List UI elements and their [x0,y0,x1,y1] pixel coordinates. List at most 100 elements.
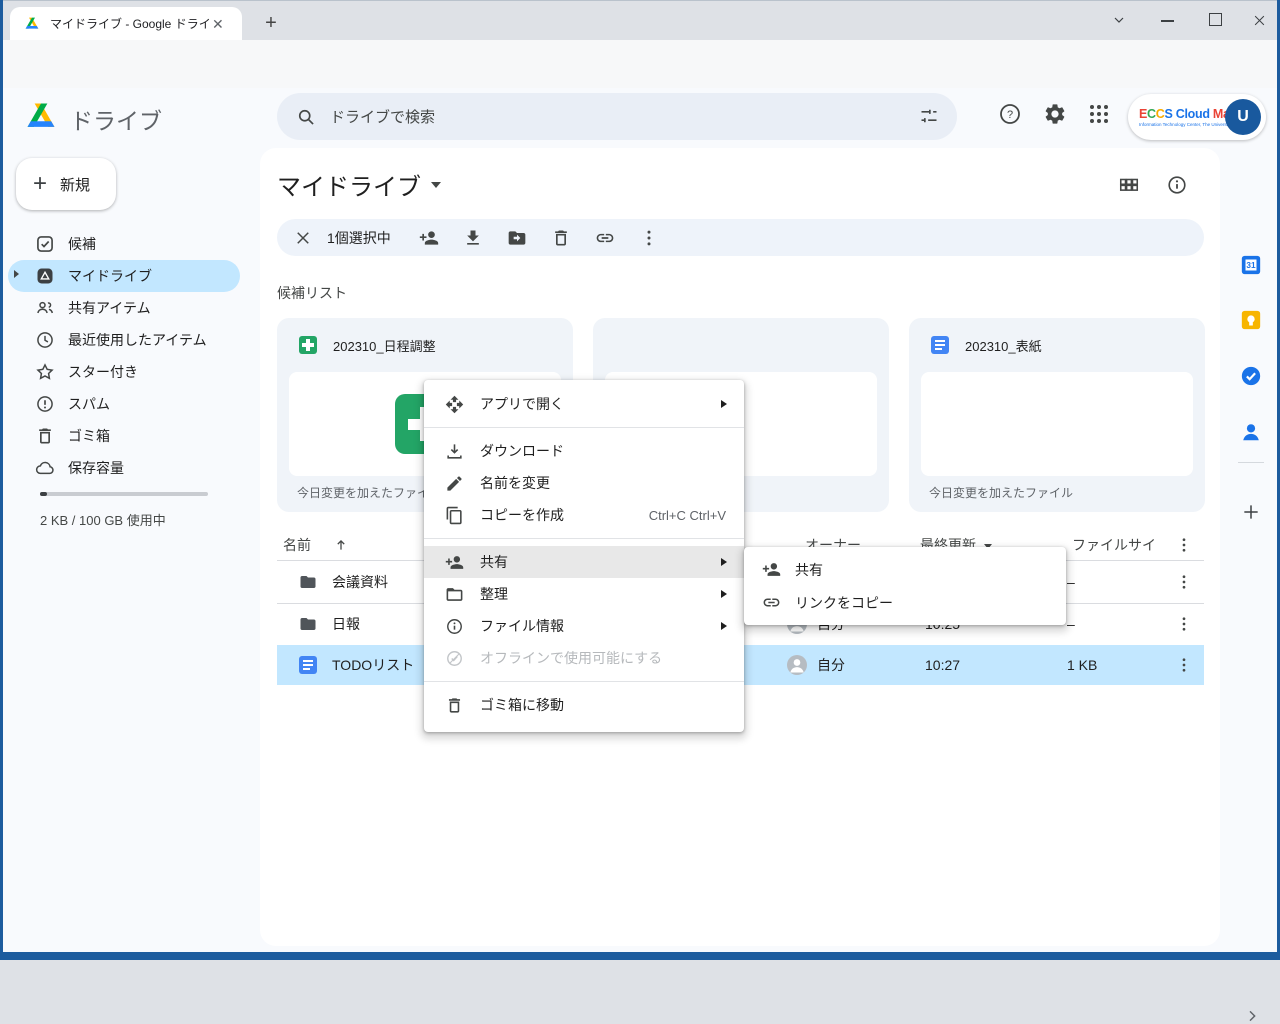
search-icon [296,107,316,127]
suggestion-card-doc[interactable]: 202310_表紙 今日変更を加えたファイル [909,318,1205,512]
plus-icon: + [33,170,47,198]
menu-item-file-info[interactable]: ファイル情報 [424,610,744,642]
download-icon[interactable] [463,228,483,248]
more-actions-kebab-icon[interactable] [639,228,659,248]
side-panel-divider [1238,462,1264,463]
calendar-icon[interactable]: 31 [1240,254,1262,276]
svg-text:?: ? [1007,109,1013,121]
new-button[interactable]: + 新規 [16,158,116,210]
keep-icon[interactable] [1240,309,1262,331]
menu-shortcut: Ctrl+C Ctrl+V [649,508,726,523]
trash-icon [445,696,464,715]
menu-item-rename[interactable]: 名前を変更 [424,467,744,499]
header-name[interactable]: 名前 [283,535,311,555]
expand-caret-icon[interactable] [14,270,19,278]
trash-icon[interactable] [551,228,571,248]
menu-divider [424,427,744,428]
sidebar-item-suggested[interactable]: 候補 [8,228,240,260]
menu-item-make-copy[interactable]: コピーを作成 Ctrl+C Ctrl+V [424,499,744,531]
chevron-down-icon [431,182,441,188]
tab-strip: マイドライブ - Google ドライブ ✕ + [0,0,1280,40]
share-person-add-icon[interactable] [419,228,439,248]
account-badge-subtitle: Information Technology Center, The Unive… [1139,122,1223,127]
row-kebab-icon[interactable] [1175,573,1193,591]
new-tab-button[interactable]: + [258,10,284,36]
info-icon[interactable] [1166,174,1188,196]
storage-progress-bar [40,492,208,496]
window-border [0,0,3,960]
header-size[interactable]: ファイルサイ [1072,535,1156,555]
info-icon [445,617,464,636]
spam-icon [35,394,55,414]
app-name: ドライブ [70,102,162,136]
grid-view-icon[interactable] [1118,174,1140,196]
star-icon [35,362,55,382]
tab-close-icon[interactable]: ✕ [212,17,224,31]
add-side-panel-app-icon[interactable] [1241,502,1261,522]
search-options-tune-icon[interactable] [919,106,939,126]
sidebar-item-starred[interactable]: スター付き [8,356,240,388]
submenu-item-copy-link[interactable]: リンクをコピー [744,586,1066,619]
menu-divider [424,681,744,682]
card-file-name: 202310_表紙 [965,336,1042,355]
folder-icon [445,585,464,604]
account-badge[interactable]: ECCS Cloud Mail Information Technology C… [1128,94,1266,140]
account-badge-logo: ECCS Cloud Mail Information Technology C… [1139,107,1223,127]
contacts-icon[interactable] [1240,421,1262,443]
settings-gear-icon[interactable] [1043,102,1067,126]
cloud-icon [35,458,55,478]
sort-ascending-arrow-icon[interactable] [334,538,348,552]
tasks-icon[interactable] [1240,365,1262,387]
account-avatar[interactable]: U [1225,99,1261,135]
card-caption: 今日変更を加えたファイル [297,484,441,501]
menu-item-open-with[interactable]: アプリで開く [424,388,744,420]
sidebar-item-recent[interactable]: 最近使用したアイテム [8,324,240,356]
browser-tab[interactable]: マイドライブ - Google ドライブ ✕ [10,7,242,40]
window-border [0,952,1280,960]
sheets-file-icon [299,336,317,354]
docs-file-icon [299,656,317,674]
menu-item-download[interactable]: ダウンロード [424,435,744,467]
collapse-side-panel-chevron-icon[interactable] [1244,1008,1260,1024]
row-kebab-icon[interactable] [1175,615,1193,633]
move-to-folder-icon[interactable] [507,228,527,248]
link-icon[interactable] [595,228,615,248]
maximize-button[interactable] [1200,8,1230,32]
open-with-icon [445,395,464,414]
trash-icon [35,426,55,446]
people-icon [35,298,55,318]
search-input[interactable]: ドライブで検索 [277,93,957,140]
minimize-button[interactable] [1152,8,1182,32]
window-close-button[interactable] [1244,8,1274,32]
sidebar-item-spam[interactable]: スパム [8,388,240,420]
download-icon [445,442,464,461]
submenu-arrow-icon [721,622,727,630]
docs-file-icon [931,336,949,354]
page-title[interactable]: マイドライブ [277,167,441,202]
menu-item-organize[interactable]: 整理 [424,578,744,610]
tab-search-chevron-icon[interactable] [1104,8,1134,32]
card-caption: 今日変更を加えたファイル [929,484,1073,501]
menu-item-move-to-trash[interactable]: ゴミ箱に移動 [424,689,744,721]
my-drive-icon [35,266,55,286]
row-kebab-icon[interactable] [1175,656,1193,674]
help-icon[interactable]: ? [998,102,1022,126]
list-options-kebab-icon[interactable] [1175,536,1193,554]
person-add-icon [762,560,781,579]
clear-selection-icon[interactable] [294,229,312,247]
sidebar-item-storage[interactable]: 保存容量 [8,452,240,484]
sidebar-item-trash[interactable]: ゴミ箱 [8,420,240,452]
share-submenu: 共有 リンクをコピー [744,547,1066,625]
copy-icon [445,506,464,525]
person-add-icon [445,553,464,572]
context-menu: アプリで開く ダウンロード 名前を変更 コピーを作成 Ctrl+C Ctrl+V… [424,380,744,732]
menu-item-share[interactable]: 共有 [424,546,744,578]
apps-grid-icon[interactable] [1087,102,1111,126]
owner-avatar [787,655,807,675]
submenu-item-share[interactable]: 共有 [744,553,1066,586]
sidebar-item-shared[interactable]: 共有アイテム [8,292,240,324]
drive-favicon-icon [24,16,40,32]
suggestions-label: 候補リスト [277,283,347,303]
sidebar-item-my-drive[interactable]: マイドライブ [8,260,240,292]
selection-toolbar: 1個選択中 [277,219,1204,256]
